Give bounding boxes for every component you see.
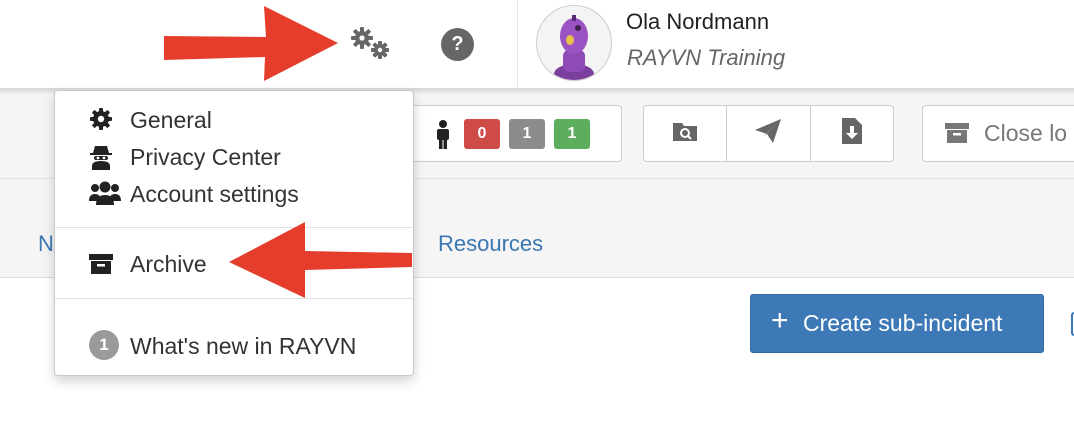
participant-counts[interactable]: 0 1 1 <box>405 105 622 162</box>
header-divider <box>517 0 518 88</box>
archive-icon <box>89 253 113 280</box>
create-subincident-label: Create sub-incident <box>803 310 1003 336</box>
user-organization: RAYVN Training <box>627 45 786 70</box>
toolbar-icon-group <box>643 105 894 162</box>
avatar[interactable] <box>536 5 612 81</box>
menu-label-privacy-center: Privacy Center <box>130 144 281 170</box>
paper-plane-icon <box>753 117 783 150</box>
user-name: Ola Nordmann <box>626 9 770 34</box>
close-button-label: Close lo <box>984 120 1068 146</box>
archive-box-icon <box>945 123 969 148</box>
notification-count-badge: 1 <box>89 330 119 360</box>
create-subincident-button[interactable]: + Create sub-incident <box>750 294 1044 353</box>
count-badge-green: 1 <box>554 119 590 149</box>
gear-icon <box>89 107 113 137</box>
users-icon <box>89 181 121 211</box>
user-secret-icon <box>89 144 113 176</box>
count-badge-red: 0 <box>464 119 500 149</box>
tab-partial-left[interactable]: N <box>38 231 54 257</box>
menu-label-archive: Archive <box>130 251 207 277</box>
plus-icon: + <box>771 304 789 337</box>
menu-label-whats-new: What's new in RAYVN <box>130 333 357 359</box>
count-badge-grey: 1 <box>509 119 545 149</box>
annotation-arrow-right-icon <box>164 6 338 81</box>
menu-label-general: General <box>130 107 212 133</box>
settings-gear-icon[interactable] <box>345 24 395 64</box>
search-document-icon <box>672 120 698 147</box>
download-button[interactable] <box>811 106 893 161</box>
help-icon[interactable]: ? <box>441 28 474 61</box>
annotation-arrow-left-icon <box>229 222 412 298</box>
tab-resources[interactable]: Resources <box>438 231 543 257</box>
download-file-icon <box>841 117 863 150</box>
person-icon <box>434 120 452 155</box>
top-header: ? Ola Nordmann RAYVN Training <box>0 0 1074 88</box>
search-document-button[interactable] <box>644 106 728 161</box>
menu-label-account-settings: Account settings <box>130 181 299 207</box>
send-button[interactable] <box>727 106 811 161</box>
close-incident-button[interactable]: Close lo <box>922 105 1074 162</box>
